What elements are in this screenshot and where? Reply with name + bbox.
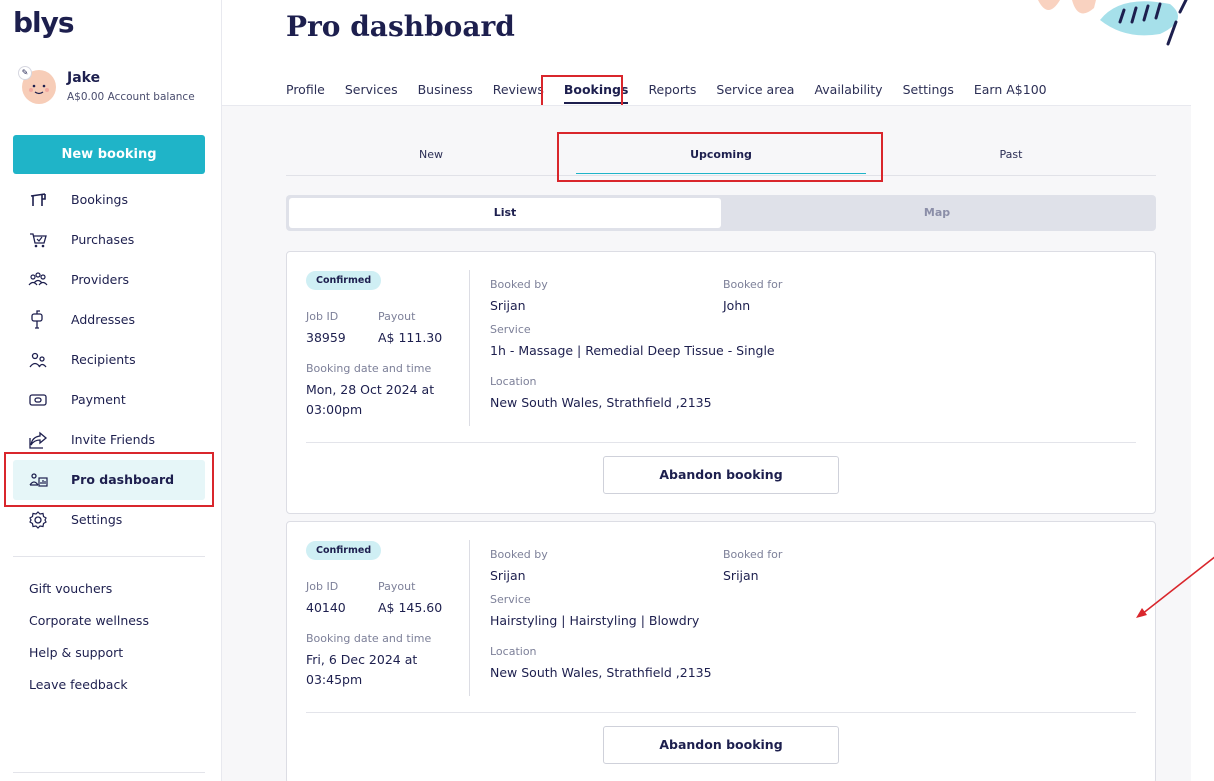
sidebar-item-label: Recipients (71, 352, 136, 367)
tab-reports[interactable]: Reports (648, 80, 696, 104)
help-support-link[interactable]: Help & support (29, 642, 149, 674)
booked-for-value: Srijan (723, 568, 759, 583)
sidebar-item-label: Purchases (71, 232, 135, 247)
gift-vouchers-link[interactable]: Gift vouchers (29, 578, 149, 610)
pro-dashboard-tabs: Profile Services Business Reviews Bookin… (286, 80, 1067, 104)
account-balance: A$0.00 Account balance (67, 91, 195, 103)
annotation-box-pro-dashboard (4, 452, 214, 507)
job-id-value: 38959 (306, 330, 346, 345)
booked-by-label: Booked by (490, 548, 548, 561)
providers-icon (28, 272, 48, 286)
booking-card: Confirmed Job ID Payout 40140 A$ 145.60 … (286, 521, 1156, 781)
status-badge: Confirmed (306, 271, 382, 290)
page-title: Pro dashboard (286, 10, 515, 43)
booking-card: Confirmed Job ID Payout 38959 A$ 111.30 … (286, 251, 1156, 514)
payout-value: A$ 111.30 (378, 330, 443, 345)
sidebar-item-label: Providers (71, 272, 129, 287)
user-profile[interactable]: ✎ Jake A$0.00 Account balance (18, 66, 220, 108)
sidebar-item-addresses[interactable]: Addresses (13, 300, 205, 340)
card-divider-horizontal (306, 712, 1136, 713)
tab-earn-referral[interactable]: Earn A$100 (974, 80, 1047, 104)
edit-avatar-icon[interactable]: ✎ (18, 66, 32, 80)
service-value: 1h - Massage | Remedial Deep Tissue - Si… (490, 343, 775, 358)
booking-datetime-label: Booking date and time (306, 362, 432, 375)
tab-reviews[interactable]: Reviews (493, 80, 544, 104)
decorative-illustration (1038, 0, 1188, 46)
sidebar-item-label: Bookings (71, 192, 128, 207)
map-view-button[interactable]: Map (721, 198, 1153, 228)
view-toggle: List Map (286, 195, 1156, 231)
user-name: Jake (67, 70, 101, 86)
card-divider-vertical (469, 270, 470, 426)
booking-datetime-value: Fri, 6 Dec 2024 at 03:45pm (306, 652, 418, 687)
booked-for-label: Booked for (723, 548, 783, 561)
abandon-booking-button[interactable]: Abandon booking (603, 726, 839, 764)
avatar-face-icon (29, 84, 49, 95)
subtab-past[interactable]: Past (866, 136, 1156, 176)
booked-by-value: Srijan (490, 298, 526, 313)
abandon-booking-button[interactable]: Abandon booking (603, 456, 839, 494)
gear-icon (29, 511, 47, 529)
sidebar-item-label: Invite Friends (71, 432, 155, 447)
tab-service-area[interactable]: Service area (716, 80, 794, 104)
sidebar-divider (13, 556, 205, 557)
annotation-box-upcoming-tab (557, 132, 883, 182)
location-value: New South Wales, Strathfield ,2135 (490, 395, 712, 410)
card-divider-vertical (469, 540, 470, 696)
leave-feedback-link[interactable]: Leave feedback (29, 674, 149, 706)
booking-datetime-label: Booking date and time (306, 632, 432, 645)
annotation-arrow-icon (1136, 556, 1214, 618)
subtab-new[interactable]: New (286, 136, 576, 176)
sidebar-item-recipients[interactable]: Recipients (13, 340, 205, 380)
card-divider-horizontal (306, 442, 1136, 443)
mailbox-icon (31, 310, 43, 329)
cart-icon (30, 233, 47, 248)
booking-datetime-value: Mon, 28 Oct 2024 at 03:00pm (306, 382, 435, 417)
sidebar-item-bookings[interactable]: Bookings (13, 180, 205, 220)
sidebar: blys ✎ Jake A$0.00 Account balance New b… (0, 0, 222, 781)
blys-logo[interactable]: blys (13, 6, 75, 39)
status-badge: Confirmed (306, 541, 382, 560)
tab-business[interactable]: Business (418, 80, 473, 104)
bookings-icon (30, 193, 46, 206)
booked-for-label: Booked for (723, 278, 783, 291)
share-icon (29, 431, 48, 449)
tab-settings[interactable]: Settings (903, 80, 954, 104)
service-value: Hairstyling | Hairstyling | Blowdry (490, 613, 700, 628)
service-label: Service (490, 593, 531, 606)
payout-value: A$ 145.60 (378, 600, 443, 615)
tab-services[interactable]: Services (345, 80, 398, 104)
job-id-label: Job ID (306, 310, 339, 323)
payout-label: Payout (378, 310, 416, 323)
booked-by-value: Srijan (490, 568, 526, 583)
service-label: Service (490, 323, 531, 336)
list-view-button[interactable]: List (289, 198, 721, 228)
sidebar-item-label: Addresses (71, 312, 135, 327)
job-id-label: Job ID (306, 580, 339, 593)
sidebar-item-label: Payment (71, 392, 126, 407)
payout-label: Payout (378, 580, 416, 593)
tab-availability[interactable]: Availability (814, 80, 882, 104)
sidebar-footer-links: Gift vouchers Corporate wellness Help & … (29, 578, 149, 706)
job-id-value: 40140 (306, 600, 346, 615)
sidebar-divider (13, 772, 205, 773)
sidebar-item-payment[interactable]: Payment (13, 380, 205, 420)
sidebar-item-label: Settings (71, 512, 123, 527)
sidebar-item-providers[interactable]: Providers (13, 260, 205, 300)
booked-by-label: Booked by (490, 278, 548, 291)
recipients-icon (29, 352, 47, 368)
location-label: Location (490, 645, 537, 658)
sidebar-item-purchases[interactable]: Purchases (13, 220, 205, 260)
corporate-wellness-link[interactable]: Corporate wellness (29, 610, 149, 642)
location-value: New South Wales, Strathfield ,2135 (490, 665, 712, 680)
location-label: Location (490, 375, 537, 388)
booked-for-value: John (723, 298, 751, 313)
new-booking-button[interactable]: New booking (13, 135, 205, 174)
tab-profile[interactable]: Profile (286, 80, 325, 104)
payment-icon (29, 394, 47, 406)
